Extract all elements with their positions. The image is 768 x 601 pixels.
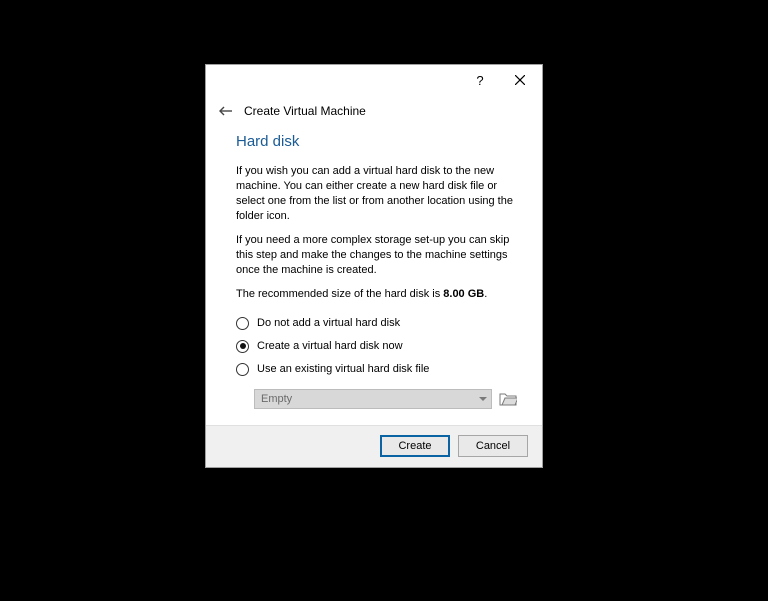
section-heading: Hard disk [236, 133, 518, 150]
dropdown-value: Empty [261, 393, 292, 405]
titlebar: ? [206, 65, 542, 95]
help-icon: ? [476, 73, 483, 88]
radio-icon [236, 317, 249, 330]
cancel-button[interactable]: Cancel [458, 435, 528, 457]
description-paragraph-1: If you wish you can add a virtual hard d… [236, 164, 518, 223]
radio-icon [236, 363, 249, 376]
content-area: Hard disk If you wish you can add a virt… [206, 129, 542, 425]
rec-value: 8.00 GB [443, 288, 484, 300]
existing-disk-dropdown: Empty [254, 389, 492, 409]
back-button[interactable] [218, 103, 234, 119]
chevron-down-icon [479, 397, 487, 401]
radio-group: Do not add a virtual hard disk Create a … [236, 312, 518, 381]
browse-folder-button [498, 389, 518, 409]
description-paragraph-2: If you need a more complex storage set-u… [236, 233, 518, 278]
radio-option-no-disk[interactable]: Do not add a virtual hard disk [236, 312, 518, 335]
help-button[interactable]: ? [460, 66, 500, 94]
rec-prefix: The recommended size of the hard disk is [236, 288, 443, 300]
create-button[interactable]: Create [380, 435, 450, 457]
button-bar: Create Cancel [206, 425, 542, 467]
close-icon [515, 75, 525, 85]
radio-label: Do not add a virtual hard disk [257, 317, 400, 329]
folder-icon [499, 391, 517, 407]
header: Create Virtual Machine [206, 95, 542, 129]
close-button[interactable] [500, 66, 540, 94]
radio-option-existing-disk[interactable]: Use an existing virtual hard disk file [236, 358, 518, 381]
radio-label: Create a virtual hard disk now [257, 340, 403, 352]
create-vm-dialog: ? Create Virtual Machine Hard disk If yo… [205, 64, 543, 468]
dialog-title: Create Virtual Machine [244, 104, 366, 118]
radio-label: Use an existing virtual hard disk file [257, 363, 429, 375]
rec-suffix: . [484, 288, 487, 300]
recommended-size-line: The recommended size of the hard disk is… [236, 288, 518, 300]
back-arrow-icon [219, 105, 233, 117]
existing-disk-row: Empty [236, 389, 518, 409]
radio-icon [236, 340, 249, 353]
radio-option-create-disk[interactable]: Create a virtual hard disk now [236, 335, 518, 358]
